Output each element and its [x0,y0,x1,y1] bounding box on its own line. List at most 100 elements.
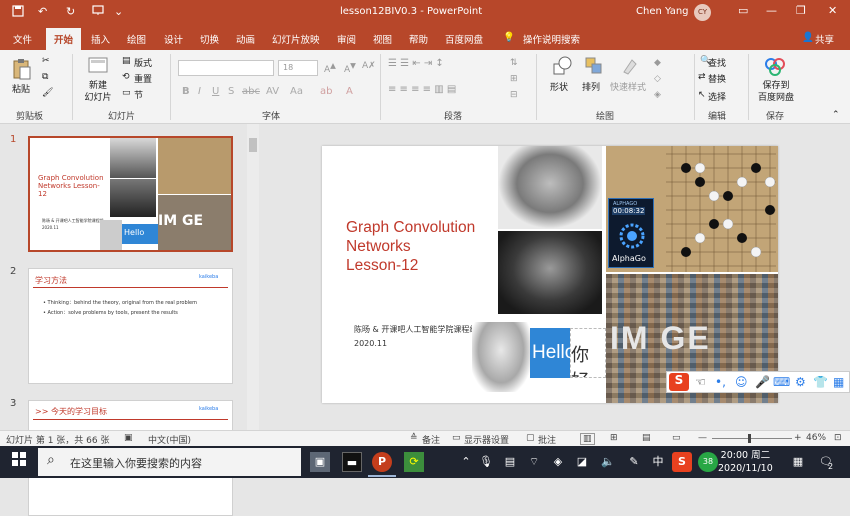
highlight-icon[interactable]: ab [320,86,332,97]
tab-help[interactable]: 帮助 [409,32,428,46]
wifi-icon[interactable]: ⌔ [524,452,544,472]
thumbnails-scrollbar[interactable] [247,124,259,430]
quick-styles-button[interactable]: 快速样式 [610,80,646,93]
collapse-ribbon-icon[interactable]: ⌃ [832,110,840,120]
comments-icon[interactable]: ▢ [526,433,535,443]
display-settings-icon[interactable]: ▭ [452,433,461,443]
slideshow-icon[interactable]: ▭ [672,433,681,443]
thumbnail-slide-1[interactable]: Graph Convolution Networks Lesson-12 陈旸 … [28,136,233,252]
notes-button[interactable]: 备注 [422,433,440,446]
align-icons[interactable]: ≡ ≡ ≡ ≡ ▥ ▤ [388,84,456,95]
tab-review[interactable]: 审阅 [337,32,356,46]
toolbox-icon[interactable]: ⚙ [795,375,806,389]
shape-outline-icon[interactable]: ◇ [654,74,661,84]
task-view-icon[interactable]: ▣ [310,452,330,472]
sogou-tray-icon[interactable]: S [672,452,692,472]
keyboard-icon[interactable]: ⌨ [773,375,790,389]
shrink-font-icon[interactable]: A▼ [344,61,356,75]
arrange-icon[interactable] [584,56,604,76]
current-slide[interactable]: Graph Convolution Networks Lesson-12 陈旸 … [322,146,778,403]
user-name[interactable]: Chen Yang [636,6,689,17]
baidu-cloud-icon[interactable] [764,56,785,76]
tab-animations[interactable]: 动画 [236,32,255,46]
smartart-icon[interactable]: ⊟ [510,90,518,100]
volume-icon[interactable]: 🔈 [598,452,618,472]
tab-insert[interactable]: 插入 [91,32,110,46]
microphone-icon[interactable]: 🎙 [476,452,496,472]
portrait-photo[interactable] [498,231,602,314]
share-icon[interactable]: 👤 [802,32,814,43]
arrange-button[interactable]: 排列 [582,80,600,93]
bold-icon[interactable]: B [182,86,190,97]
zoom-level[interactable]: 46% [806,433,826,443]
paste-button[interactable]: 粘贴 [12,82,30,95]
tray-app-icon[interactable]: ◪ [572,452,592,472]
go-board-photo[interactable]: ALPHAGO 00:08:32 AlphaGo [606,146,778,272]
save-icon[interactable] [12,5,24,20]
shape-effects-icon[interactable]: ◈ [654,90,661,100]
slide-date[interactable]: 2020.11 [354,339,387,348]
present-icon[interactable] [92,5,104,19]
pen-icon[interactable]: ✎ [624,452,644,472]
cut-icon[interactable]: ✂ [42,56,50,66]
find-button[interactable]: 查找 [708,56,726,69]
bust-photo[interactable] [472,322,530,392]
tab-design[interactable]: 设计 [164,32,183,46]
format-painter-icon[interactable]: 🖌 [42,88,53,98]
tell-me-search[interactable]: 操作说明搜索 [523,32,580,46]
tray-app-icon[interactable]: ▤ [500,452,520,472]
share-button[interactable]: 共享 [815,32,834,46]
windows-start-icon[interactable] [9,452,29,472]
undo-icon[interactable]: ↶ [38,5,47,18]
font-size-dropdown[interactable]: 18 [278,60,318,76]
slide-author[interactable]: 陈旸 & 开课吧人工智能学院课程组 [354,324,477,335]
change-case-icon[interactable]: Aa [290,86,303,97]
cursor-icon[interactable]: ☜ [695,375,706,389]
minimize-icon[interactable]: — [766,4,777,17]
clock[interactable]: 20:00 周二 2020/11/10 [718,449,773,475]
font-color-icon[interactable]: A [346,86,353,97]
language-status[interactable]: 中文(中国) [148,433,191,446]
shapes-icon[interactable] [552,56,572,76]
tab-view[interactable]: 视图 [373,32,392,46]
avatar[interactable]: CY [694,4,711,21]
taskbar-search[interactable]: ⌕ 在这里输入你要搜索的内容 [38,448,301,476]
tab-baidu[interactable]: 百度网盘 [445,32,483,46]
tab-slideshow[interactable]: 幻灯片放映 [272,32,320,46]
font-name-dropdown[interactable] [178,60,274,76]
new-slide-icon[interactable] [88,56,108,76]
shadow-icon[interactable]: S [228,86,234,97]
comments-button[interactable]: 批注 [538,433,556,446]
punctuation-icon[interactable]: •, [715,375,726,389]
italic-icon[interactable]: I [198,86,201,97]
zoom-slider-thumb[interactable] [748,434,751,443]
nihao-image[interactable]: 你好 [570,328,606,378]
ribbon-display-icon[interactable]: ▭ [738,4,748,17]
voice-icon[interactable]: 🎤 [755,375,770,389]
strikethrough-icon[interactable]: abc [242,86,260,97]
grow-font-icon[interactable]: A▲ [324,61,336,75]
notes-icon[interactable]: ≙ [410,433,418,443]
slide-title[interactable]: Graph Convolution Networks Lesson-12 [346,218,475,275]
zoom-slider[interactable] [712,438,792,439]
hello-image[interactable]: Hello [530,328,570,378]
sogou-icon[interactable]: S [669,373,689,391]
zoom-out-icon[interactable]: — [698,433,707,443]
shape-fill-icon[interactable]: ◆ [654,58,661,68]
char-spacing-icon[interactable]: AV [266,86,279,97]
tab-file[interactable]: 文件 [13,32,32,46]
select-button[interactable]: 选择 [708,90,726,103]
powerpoint-app-icon[interactable]: P [372,452,392,472]
tab-home[interactable]: 开始 [46,28,82,50]
skin-icon[interactable]: 👕 [813,375,828,389]
save-to-baidu-button[interactable]: 保存到 百度网盘 [756,80,796,104]
calendar-notification-icon[interactable]: ▦ [788,452,808,472]
align-text-icon[interactable]: ⊞ [510,74,518,84]
green-app-icon[interactable]: ⟳ [404,452,424,472]
text-direction-icon[interactable]: ⇅ [510,58,518,68]
new-slide-button[interactable]: 新建 幻灯片 [80,80,116,104]
section-button[interactable]: 节 [134,88,143,101]
paste-icon[interactable] [12,58,32,80]
customize-qat-icon[interactable]: ⌄ [114,5,123,18]
normal-view-icon[interactable]: ▥ [580,433,595,445]
